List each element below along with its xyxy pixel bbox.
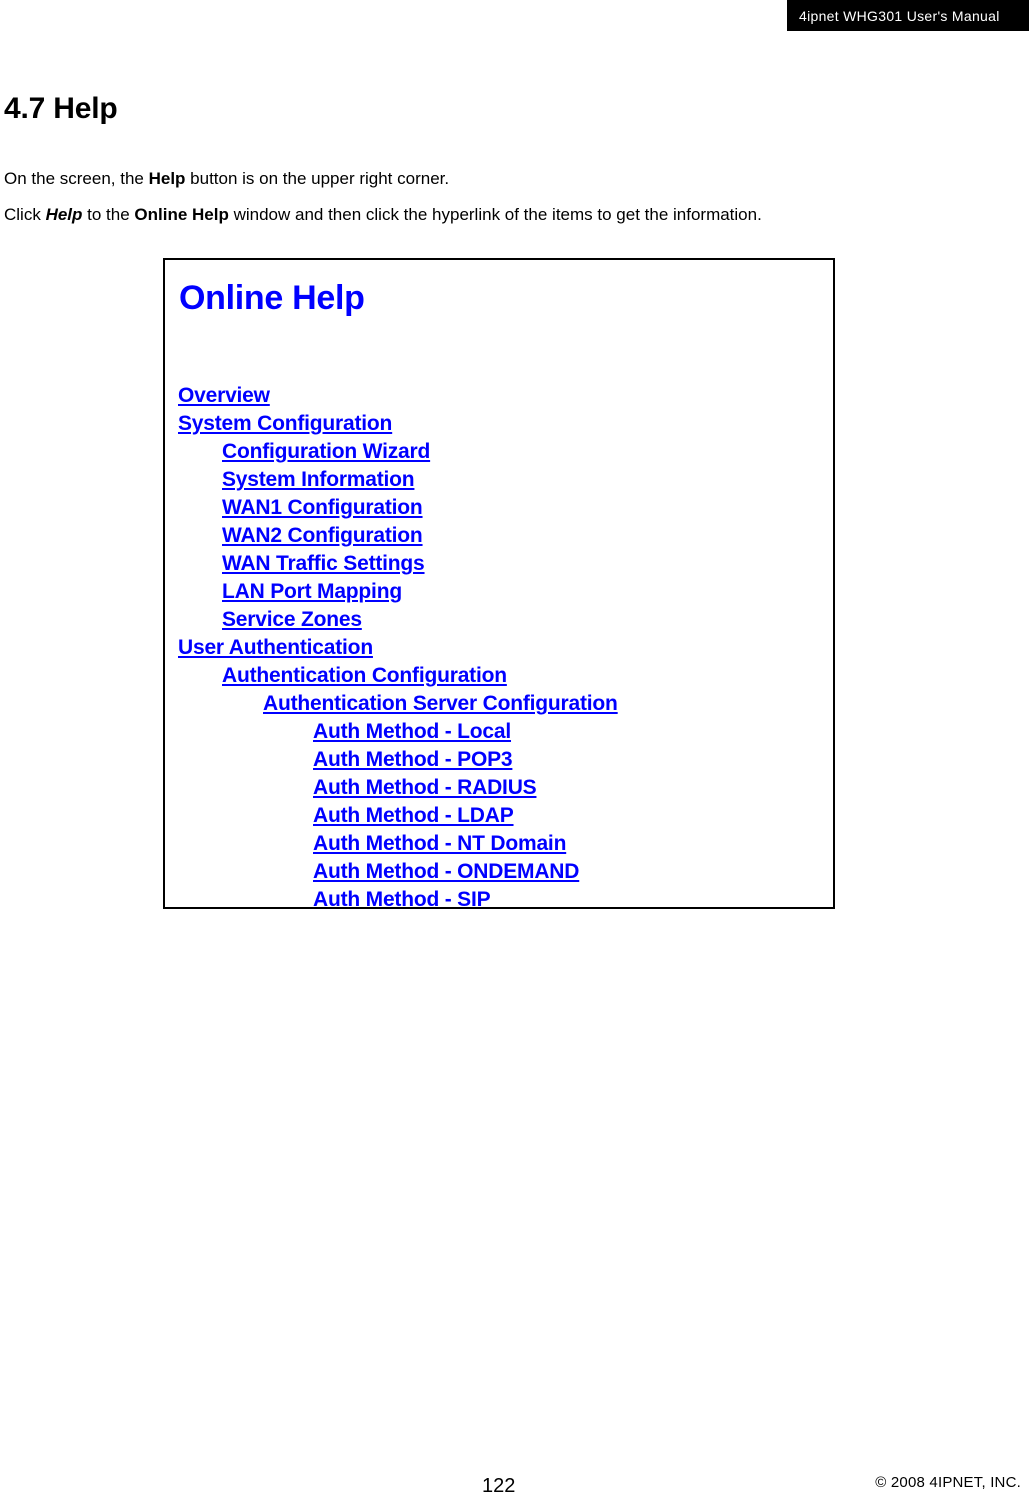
paragraph-1-text-part-2: button is on the upper right corner. [185,169,450,188]
paragraph-1-text-part-1: On the screen, the [4,169,149,188]
help-link[interactable]: Auth Method - Local [165,720,511,743]
help-link[interactable]: WAN1 Configuration [165,496,423,519]
help-link[interactable]: LAN Port Mapping [165,580,402,603]
help-link[interactable]: Auth Method - POP3 [165,748,513,771]
help-link-row: WAN Traffic Settings [165,550,833,578]
help-link-row: Authentication Server Configuration [165,690,833,718]
help-link[interactable]: Service Zones [165,608,362,631]
paragraph-2-text-part-1: Click [4,205,46,224]
help-link-row: Auth Method - SIP [165,886,833,907]
help-link[interactable]: Configuration Wizard [165,440,430,463]
help-link-row: System Configuration [165,410,833,438]
help-link[interactable]: WAN2 Configuration [165,524,423,547]
help-link[interactable]: Auth Method - RADIUS [165,776,537,799]
help-link[interactable]: Auth Method - LDAP [165,804,514,827]
running-header-title: 4ipnet WHG301 User's Manual [799,7,1000,24]
help-link-row: Authentication Configuration [165,662,833,690]
help-link-row: Auth Method - ONDEMAND [165,858,833,886]
help-link[interactable]: System Configuration [165,412,392,435]
help-link[interactable]: Auth Method - SIP [165,888,491,907]
paragraph-2-text-part-3: window and then click the hyperlink of t… [228,205,762,224]
help-link[interactable]: Auth Method - ONDEMAND [165,860,579,883]
paragraph-2-bold-online-help: Online Help [134,205,229,224]
help-link-row: Auth Method - POP3 [165,746,833,774]
footer-copyright: © 2008 4IPNET, INC. [875,1474,1021,1491]
help-link-row: System Information [165,466,833,494]
help-link[interactable]: Authentication Configuration [165,664,507,687]
help-link-row: Service Zones [165,606,833,634]
help-link-row: Configuration Wizard [165,438,833,466]
help-link[interactable]: Overview [165,384,270,407]
paragraph-2-bolditalic-help: Help [45,205,83,224]
online-help-window-screenshot: Online Help Overview System Configuration… [163,258,835,909]
help-link[interactable]: Auth Method - NT Domain [165,832,566,855]
help-link[interactable]: WAN Traffic Settings [165,552,425,575]
help-link-row: Auth Method - NT Domain [165,830,833,858]
help-link-row: WAN2 Configuration [165,522,833,550]
help-link-row: Overview [165,382,833,410]
help-link-row: Auth Method - LDAP [165,802,833,830]
running-header-banner: 4ipnet WHG301 User's Manual [787,0,1029,31]
help-link-row: Auth Method - Local [165,718,833,746]
paragraph-1-bold-help: Help [148,169,186,188]
help-link[interactable]: System Information [165,468,415,491]
help-link-row: User Authentication [165,634,833,662]
help-link-row: LAN Port Mapping [165,578,833,606]
paragraph-help-button-location: On the screen, the Help button is on the… [4,167,449,191]
help-link[interactable]: Authentication Server Configuration [165,692,618,715]
help-link-row: WAN1 Configuration [165,494,833,522]
footer-page-number: 122 [482,1475,516,1497]
paragraph-2-text-part-2: to the [82,205,135,224]
paragraph-online-help-instructions: Click Help to the Online Help window and… [4,203,762,227]
help-link-row: Auth Method - RADIUS [165,774,833,802]
page-title: 4.7 Help [4,92,118,126]
online-help-heading: Online Help [179,279,365,317]
help-link[interactable]: User Authentication [165,636,373,659]
online-help-link-list: Overview System Configuration Configuratio… [165,382,833,907]
